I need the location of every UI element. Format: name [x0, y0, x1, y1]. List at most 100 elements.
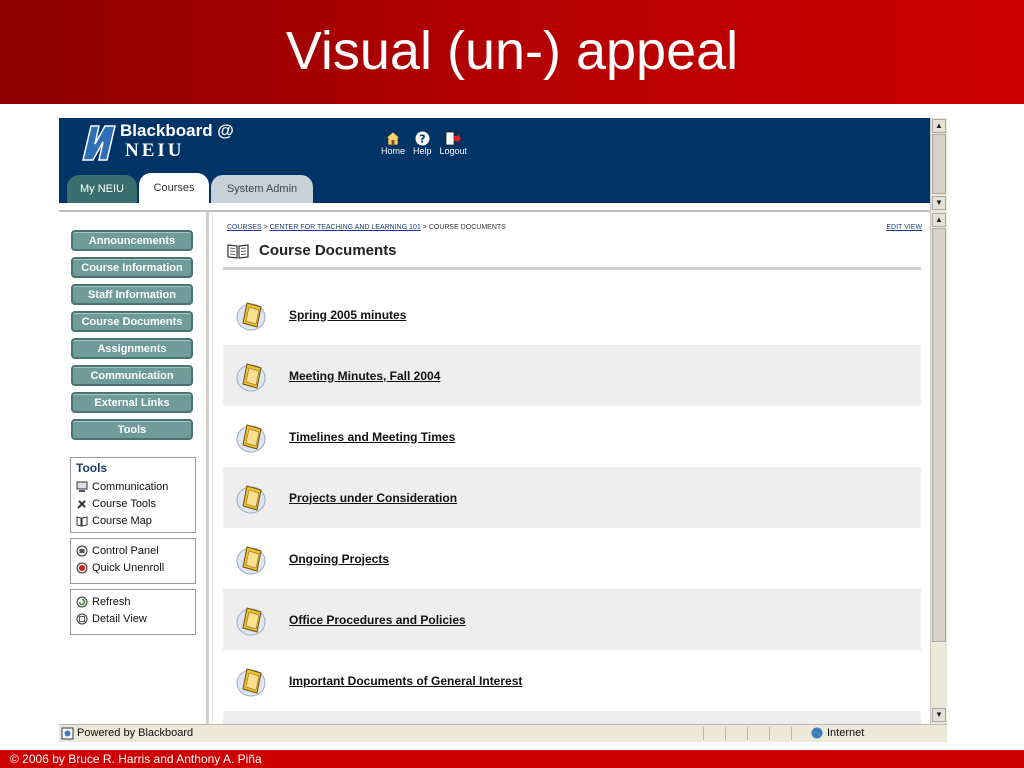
control-panel-link[interactable]: Control Panel	[76, 542, 190, 559]
view-box: Refresh Detail View	[70, 589, 196, 635]
folder-document-icon	[236, 545, 266, 574]
status-cell	[725, 727, 745, 740]
tools-icon	[77, 499, 86, 509]
nav-home-label: Home	[381, 146, 406, 156]
document-link[interactable]: Ongoing Projects	[289, 552, 389, 566]
tab-courses[interactable]: Courses	[139, 173, 209, 203]
scroll-up-arrow-icon[interactable]: ▲	[932, 213, 946, 227]
nav-logout-label: Logout	[439, 146, 468, 156]
course-menu-frame: Announcements Course Information Staff I…	[59, 212, 209, 726]
page-heading: Course Documents	[227, 242, 397, 259]
refresh-label: Refresh	[92, 595, 131, 608]
globe-icon	[811, 727, 823, 739]
tool-course-map-label: Course Map	[92, 514, 152, 527]
menu-assignments[interactable]: Assignments	[71, 338, 193, 359]
edit-view-link[interactable]: EDIT VIEW	[886, 224, 922, 231]
menu-course-documents[interactable]: Course Documents	[71, 311, 193, 332]
breadcrumb-course[interactable]: CENTER FOR TEACHING AND LEARNING 101	[270, 224, 421, 231]
menu-staff-information[interactable]: Staff Information	[71, 284, 193, 305]
document-row: Ongoing Projects	[223, 528, 921, 589]
breadcrumb-sep-1: >	[263, 224, 268, 231]
content-frame: COURSES > CENTER FOR TEACHING AND LEARNI…	[212, 212, 930, 726]
menu-tools[interactable]: Tools	[71, 419, 193, 440]
folder-document-icon	[236, 484, 266, 513]
document-link[interactable]: Timelines and Meeting Times	[289, 430, 455, 444]
scroll-thumb[interactable]	[932, 228, 946, 642]
control-box: Control Panel Quick Unenroll	[70, 538, 196, 584]
security-zone-label: Internet	[827, 727, 865, 739]
document-link[interactable]: Spring 2005 minutes	[289, 308, 406, 322]
home-icon	[385, 130, 401, 145]
tools-box: Tools Communication Course Tools Course …	[70, 457, 196, 533]
status-cell	[747, 727, 767, 740]
tab-stripe	[59, 203, 930, 212]
control-panel-label: Control Panel	[92, 544, 159, 557]
slide-title: Visual (un-) appeal	[285, 21, 739, 81]
status-cell	[703, 727, 723, 740]
document-row: Meeting Minutes, Fall 2004	[223, 345, 921, 406]
map-icon	[76, 515, 88, 527]
document-link[interactable]: Important Documents of General Interest	[289, 674, 522, 688]
tool-course-tools[interactable]: Course Tools	[76, 495, 190, 512]
tab-system-admin[interactable]: System Admin	[211, 175, 313, 203]
document-row: Important Documents of General Interest	[223, 650, 921, 711]
tool-course-tools-label: Course Tools	[92, 497, 156, 510]
breadcrumb-courses[interactable]: COURSES	[227, 224, 262, 231]
document-link[interactable]: Projects under Consideration	[289, 491, 457, 505]
status-cell	[791, 727, 811, 740]
page-title: Course Documents	[259, 242, 397, 259]
browser-status-bar: Powered by Blackboard Internet	[59, 724, 947, 742]
scroll-thumb[interactable]	[932, 134, 946, 194]
document-link[interactable]: Meeting Minutes, Fall 2004	[289, 369, 440, 383]
document-row: Timelines and Meeting Times	[223, 406, 921, 467]
tab-my-neiu[interactable]: My NEIU	[67, 175, 137, 203]
top-nav: Home ? Help Logout	[381, 130, 467, 156]
tool-communication-label: Communication	[92, 480, 169, 493]
menu-external-links[interactable]: External Links	[71, 392, 193, 413]
logout-icon	[445, 131, 462, 145]
slide-title-bar: Visual (un-) appeal	[0, 0, 1024, 104]
status-text: Powered by Blackboard	[77, 727, 194, 739]
folder-document-icon	[236, 667, 266, 696]
heading-divider	[223, 267, 921, 270]
menu-course-information[interactable]: Course Information	[71, 257, 193, 278]
document-link[interactable]: Office Procedures and Policies	[289, 613, 466, 627]
breadcrumb-sep-2: >	[422, 224, 427, 231]
menu-communication[interactable]: Communication	[71, 365, 193, 386]
breadcrumb: COURSES > CENTER FOR TEACHING AND LEARNI…	[227, 224, 506, 231]
computer-icon	[76, 481, 88, 492]
tool-communication[interactable]: Communication	[76, 478, 190, 495]
content-scrollbar[interactable]: ▲ ▼	[930, 212, 947, 724]
detail-view-link[interactable]: Detail View	[76, 610, 190, 627]
refresh-icon	[76, 596, 88, 607]
nav-home[interactable]: Home	[381, 130, 405, 156]
security-zone: Internet	[811, 727, 864, 739]
document-row: Projects under Consideration	[223, 467, 921, 528]
control-panel-icon	[76, 545, 88, 556]
top-banner: Blackboard @ NEIU Home ? Help Logout My …	[59, 118, 930, 212]
page-icon	[61, 727, 74, 740]
logo-line1: Blackboard @	[120, 121, 234, 140]
slide-footer-bar: © 2006 by Bruce R. Harris and Anthony A.…	[0, 750, 1024, 768]
nav-help[interactable]: ? Help	[413, 130, 432, 156]
tool-course-map[interactable]: Course Map	[76, 512, 190, 529]
nav-logout[interactable]: Logout	[439, 130, 468, 156]
tools-box-title: Tools	[76, 461, 108, 475]
refresh-link[interactable]: Refresh	[76, 593, 190, 610]
folder-document-icon	[236, 606, 266, 635]
top-frame-scrollbar[interactable]: ▲ ▼	[930, 118, 947, 212]
detail-view-icon	[76, 613, 88, 624]
menu-announcements[interactable]: Announcements	[71, 230, 193, 251]
status-cell	[769, 727, 789, 740]
quick-unenroll-link[interactable]: Quick Unenroll	[76, 559, 190, 576]
document-row: Spring 2005 minutes	[223, 284, 921, 345]
open-book-icon	[227, 243, 249, 259]
blackboard-logo-icon	[82, 125, 116, 161]
unenroll-icon	[76, 562, 88, 573]
quick-unenroll-label: Quick Unenroll	[92, 561, 165, 574]
slide-footer-text: © 2006 by Bruce R. Harris and Anthony A.…	[10, 752, 262, 766]
scroll-up-arrow-icon[interactable]: ▲	[932, 119, 946, 133]
nav-help-label: Help	[413, 146, 432, 156]
scroll-down-arrow-icon[interactable]: ▼	[932, 196, 946, 210]
scroll-down-arrow-icon[interactable]: ▼	[932, 708, 946, 722]
